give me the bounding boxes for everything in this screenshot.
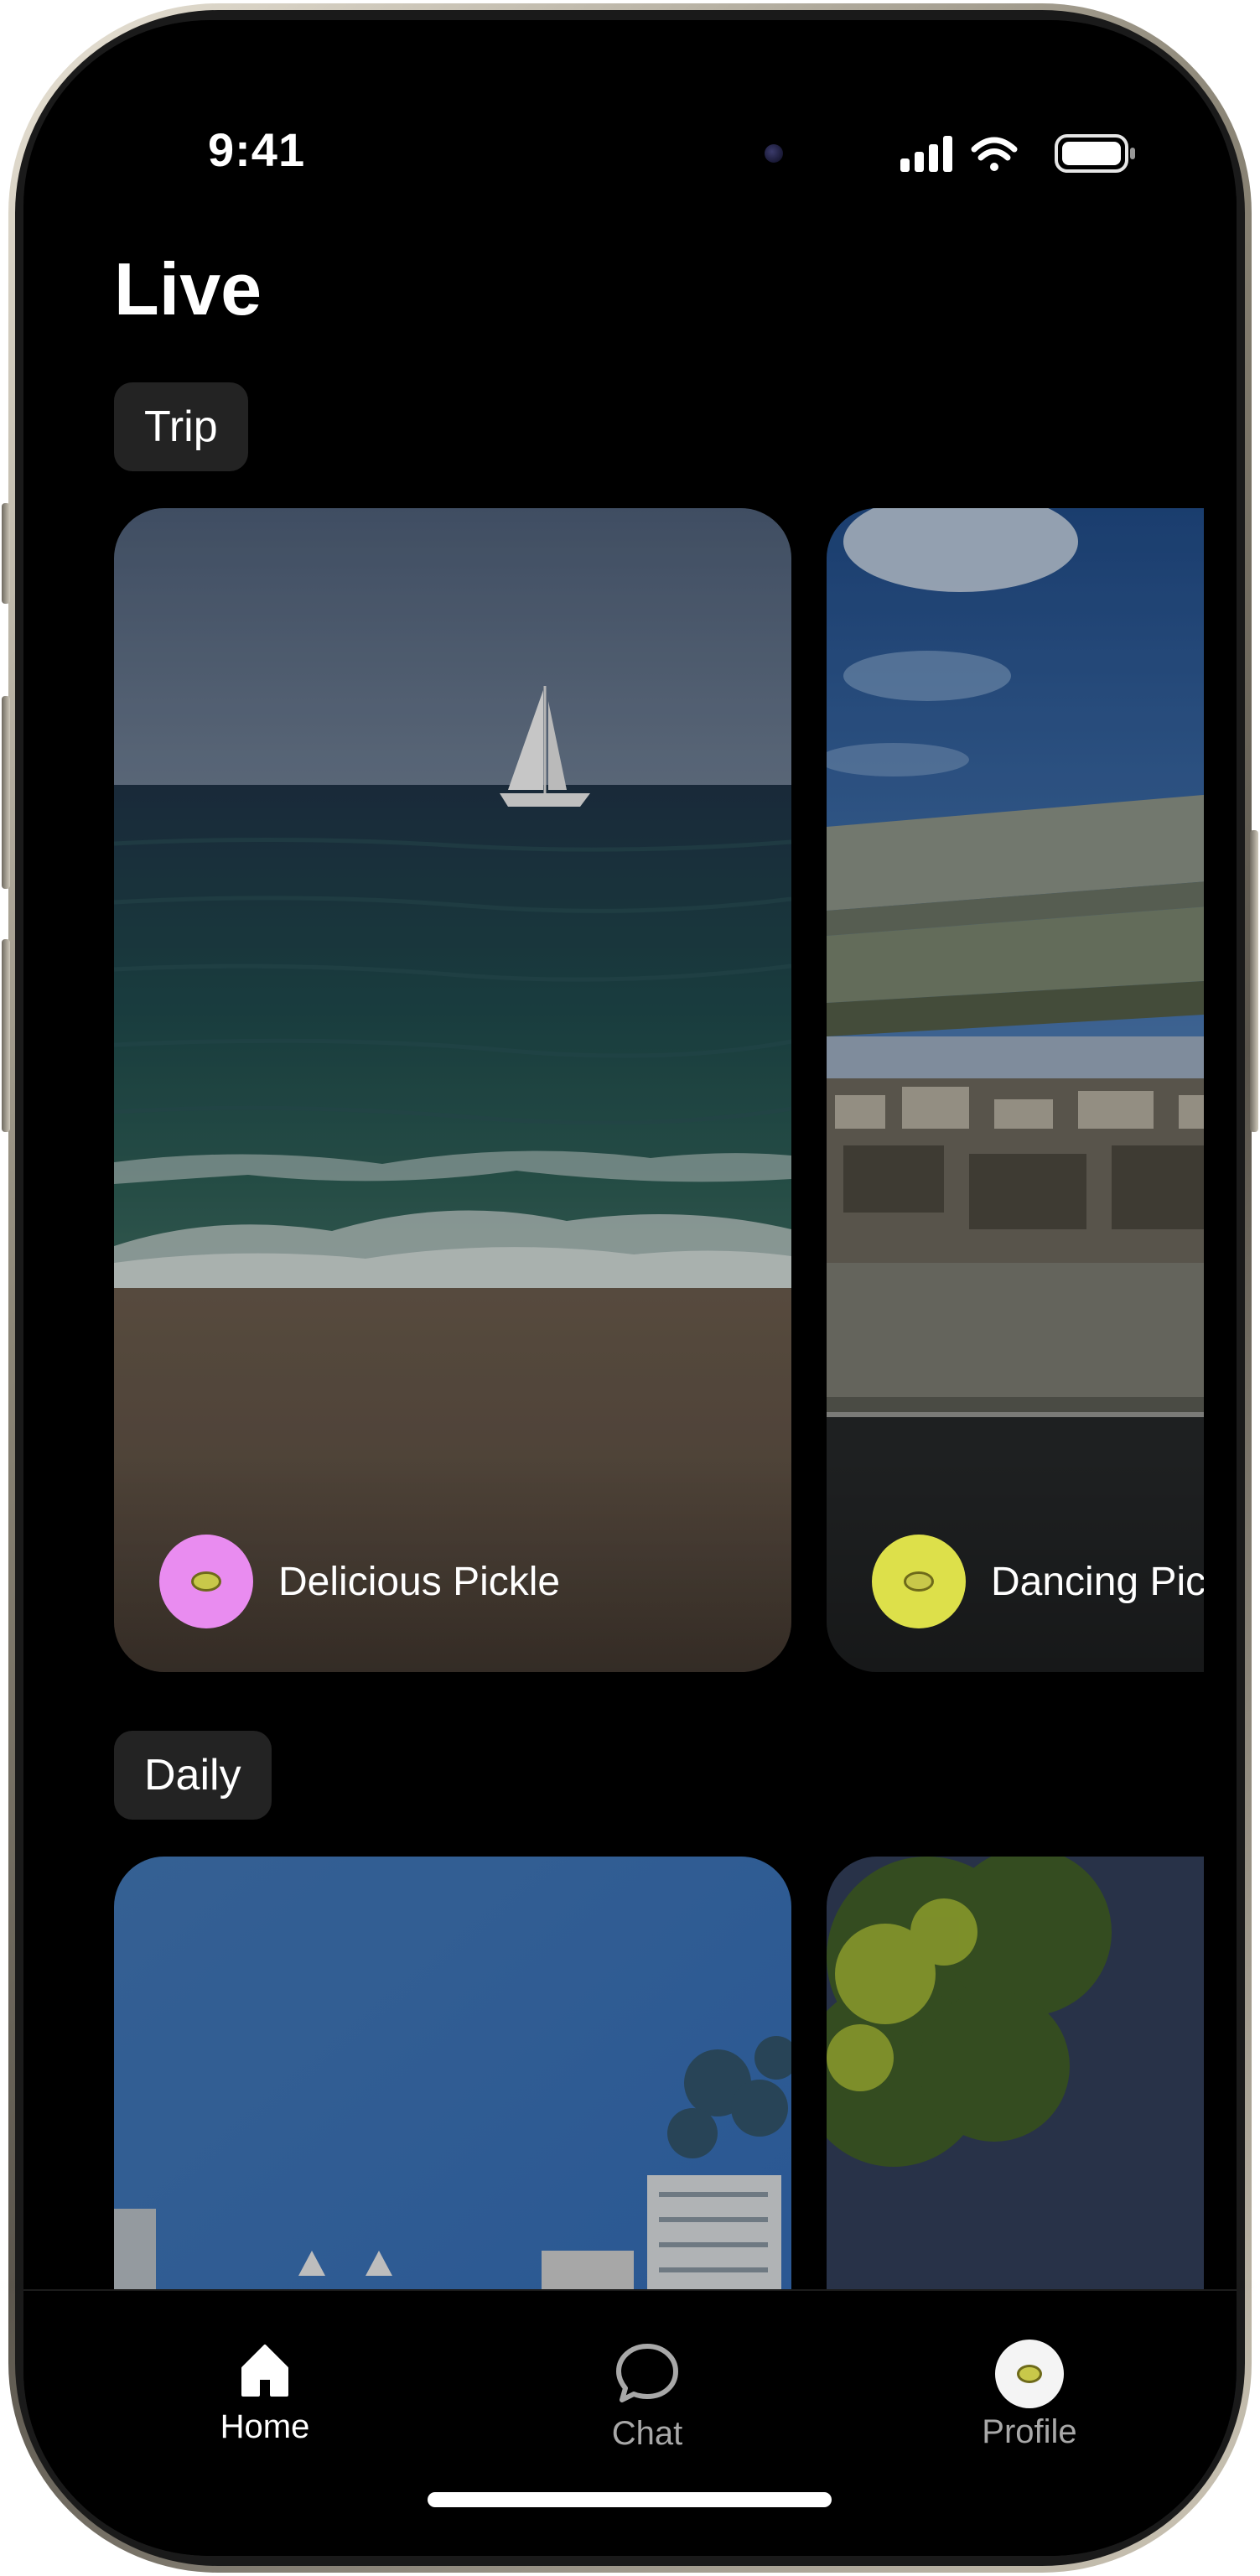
status-icons: [900, 134, 1135, 173]
tab-label-chat: Chat: [611, 2415, 683, 2452]
live-card-delicious-pickle[interactable]: Delicious Pickle: [114, 508, 791, 1672]
tab-label-profile: Profile: [982, 2413, 1077, 2450]
dynamic-island: [518, 101, 832, 188]
tab-home[interactable]: Home: [164, 2340, 366, 2446]
volume-down-button: [2, 939, 10, 1132]
silent-switch: [2, 503, 10, 604]
power-button: [1250, 830, 1258, 1132]
scroll-edge: [1204, 196, 1237, 2293]
cellular-signal-icon: [900, 136, 952, 172]
phone-screen: 9:41 Live Trip Delicious Pickle Dancing …: [23, 20, 1237, 2556]
battery-icon: [1055, 134, 1135, 173]
card-user: Dancing Pic: [872, 1535, 1206, 1628]
card-user: Delicious Pickle: [159, 1535, 560, 1628]
volume-up-button: [2, 696, 10, 889]
tab-chat[interactable]: Chat: [547, 2340, 748, 2453]
user-avatar[interactable]: [159, 1535, 253, 1628]
live-card-dancing-pic[interactable]: Dancing Pic: [827, 508, 1237, 1672]
user-avatar[interactable]: [872, 1535, 966, 1628]
home-icon: [241, 2345, 288, 2397]
status-time: 9:41: [208, 123, 306, 176]
profile-avatar-icon: [995, 2340, 1064, 2408]
page-title: Live: [114, 247, 262, 330]
pickle-icon: [191, 1571, 221, 1592]
front-camera: [765, 144, 783, 163]
tab-label-home: Home: [220, 2408, 310, 2445]
pickle-icon: [1017, 2365, 1042, 2383]
pickle-icon: [904, 1571, 934, 1592]
wifi-icon: [971, 137, 1018, 171]
home-indicator[interactable]: [428, 2492, 832, 2507]
chat-bubble-icon: [616, 2344, 678, 2402]
section-chip-trip[interactable]: Trip: [114, 382, 248, 471]
user-name: Delicious Pickle: [278, 1559, 561, 1604]
tab-profile[interactable]: Profile: [929, 2340, 1130, 2451]
section-chip-daily[interactable]: Daily: [114, 1731, 272, 1820]
user-name: Dancing Pic: [991, 1559, 1206, 1604]
